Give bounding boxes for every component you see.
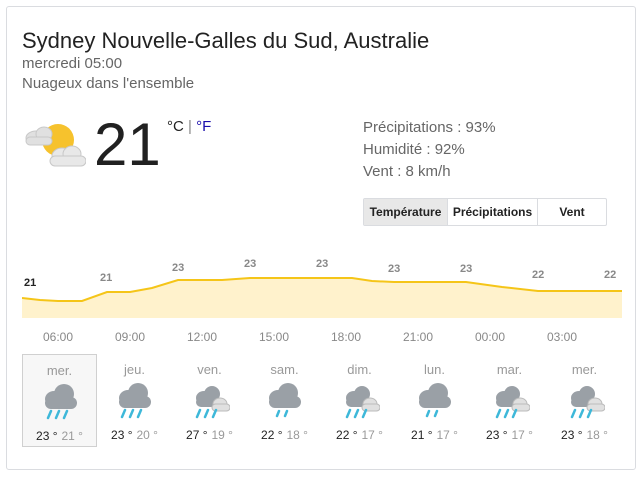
day-high: 23 ° [486, 428, 508, 442]
temperature-area [22, 278, 622, 318]
day-temps: 23 ° 17 ° [472, 428, 547, 442]
hour-temp-label: 23 [172, 262, 184, 274]
light-rain-icon [419, 383, 451, 418]
hour-temp-label: 22 [604, 269, 616, 281]
day-forecast[interactable]: dim. 22 ° 17 ° [322, 354, 397, 447]
day-forecast[interactable]: sam. 22 ° 18 ° [247, 354, 322, 447]
temperature-chart: 21 21 23 23 23 23 23 22 22 [22, 258, 622, 318]
light-rain-icon [269, 383, 301, 418]
day-forecast[interactable]: mer. 23 ° 21 ° [22, 354, 97, 447]
hour-temp-label: 21 [100, 272, 112, 284]
rain-icon [119, 383, 151, 419]
day-name: mer. [571, 362, 598, 377]
hour-label: 18:00 [330, 330, 362, 344]
hour-label: 03:00 [546, 330, 578, 344]
showers-icon [345, 386, 380, 419]
hour-label: 21:00 [402, 330, 434, 344]
day-high: 23 ° [36, 429, 58, 443]
wind-detail: Vent : 8 km/h [363, 163, 451, 180]
day-low: 21 ° [61, 429, 83, 443]
chart-tabs: Température Précipitations Vent [363, 198, 607, 226]
tab-precipitation[interactable]: Précipitations [448, 199, 538, 225]
day-name: mar. [496, 362, 523, 377]
hour-labels: 06:00 09:00 12:00 15:00 18:00 21:00 00:00 03:00 [22, 330, 622, 344]
day-name: lun. [424, 362, 445, 377]
rain-icon [45, 384, 77, 420]
day-temps: 23 ° 18 ° [547, 428, 622, 442]
day-name: dim. [347, 362, 372, 377]
day-temps: 22 ° 17 ° [322, 428, 397, 442]
day-high: 23 ° [111, 428, 133, 442]
day-temps: 21 ° 17 ° [397, 428, 472, 442]
current-temperature: 21 [94, 111, 161, 178]
day-low: 17 ° [511, 428, 533, 442]
day-temps: 27 ° 19 ° [172, 428, 247, 442]
hour-temp-label: 21 [24, 277, 36, 289]
day-forecast[interactable]: ven. 27 ° 19 ° [172, 354, 247, 447]
day-high: 27 ° [186, 428, 208, 442]
hour-label: 09:00 [114, 330, 146, 344]
tab-temperature[interactable]: Température [364, 199, 448, 225]
daily-forecast: mer. 23 ° 21 ° jeu. 23 ° 20 ° ven. 27 ° 19 ° sam.… [22, 354, 622, 448]
hour-label: 00:00 [474, 330, 506, 344]
day-high: 23 ° [561, 428, 583, 442]
day-name: mer. [46, 363, 73, 378]
day-low: 17 ° [361, 428, 383, 442]
day-high: 22 ° [336, 428, 358, 442]
fahrenheit-unit[interactable]: °F [196, 118, 211, 135]
showers-icon [495, 386, 530, 419]
day-forecast[interactable]: jeu. 23 ° 20 ° [97, 354, 172, 447]
tab-wind[interactable]: Vent [538, 199, 606, 225]
day-low: 19 ° [211, 428, 233, 442]
day-high: 21 ° [411, 428, 433, 442]
day-name: sam. [270, 362, 299, 377]
location-title: Sydney Nouvelle-Galles du Sud, Australie [22, 28, 430, 53]
day-low: 18 ° [586, 428, 608, 442]
hour-label: 15:00 [258, 330, 290, 344]
hour-temp-label: 22 [532, 269, 544, 281]
hour-label: 12:00 [186, 330, 218, 344]
weather-details: Précipitations : 93% Humidité : 92% Vent… [363, 117, 496, 183]
hour-temp-label: 23 [316, 258, 328, 270]
hour-temp-label: 23 [388, 263, 400, 275]
day-temps: 23 ° 21 ° [23, 429, 96, 443]
humidity-detail: Humidité : 92% [363, 141, 465, 158]
precipitation-detail: Précipitations : 93% [363, 119, 496, 136]
day-forecast[interactable]: mar. 23 ° 17 ° [472, 354, 547, 447]
hour-temp-label: 23 [460, 263, 472, 275]
day-name: ven. [197, 362, 222, 377]
day-temps: 23 ° 20 ° [97, 428, 172, 442]
day-forecast[interactable]: lun. 21 ° 17 ° [397, 354, 472, 447]
day-low: 20 ° [136, 428, 158, 442]
celsius-unit[interactable]: °C [167, 118, 184, 135]
partly-cloudy-icon [25, 124, 86, 167]
showers-icon [195, 386, 230, 419]
unit-separator: | [183, 118, 197, 135]
day-high: 22 ° [261, 428, 283, 442]
day-low: 18 ° [286, 428, 308, 442]
day-low: 17 ° [436, 428, 458, 442]
unit-toggle: °C | °F [167, 118, 211, 135]
showers-icon [570, 386, 605, 419]
hour-temp-label: 23 [244, 258, 256, 270]
hour-label: 06:00 [42, 330, 74, 344]
datetime-label: mercredi 05:00 [22, 55, 123, 72]
day-name: jeu. [124, 362, 145, 377]
day-forecast[interactable]: mer. 23 ° 18 ° [547, 354, 622, 447]
day-temps: 22 ° 18 ° [247, 428, 322, 442]
condition-label: Nuageux dans l'ensemble [22, 75, 195, 92]
